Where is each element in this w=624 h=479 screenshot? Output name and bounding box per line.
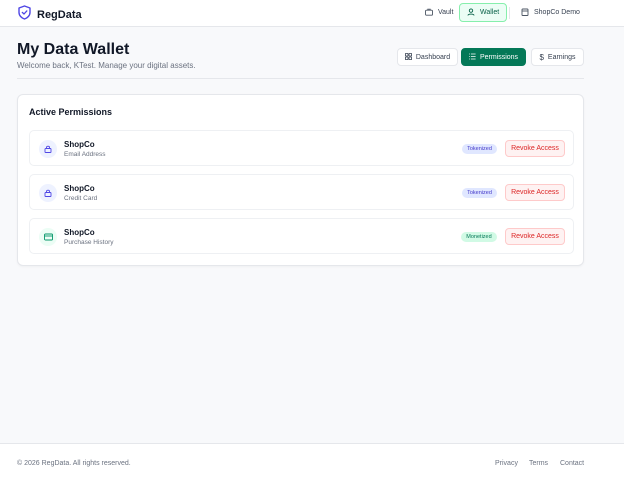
permission-row: ShopCo Email Address Tokenized Revoke Ac… xyxy=(29,130,574,166)
footer-link-terms[interactable]: Terms xyxy=(529,460,548,467)
permission-company: ShopCo xyxy=(64,140,95,149)
revoke-access-button[interactable]: Revoke Access xyxy=(505,140,565,157)
revoke-access-button[interactable]: Revoke Access xyxy=(505,184,565,201)
card-title: Active Permissions xyxy=(29,107,113,117)
footer-link-privacy[interactable]: Privacy xyxy=(495,460,518,467)
nav-divider xyxy=(509,7,510,19)
permission-data-type: Purchase History xyxy=(64,239,114,246)
list-icon xyxy=(469,53,476,62)
user-icon xyxy=(467,7,475,18)
tab-label: Permissions xyxy=(479,53,519,61)
briefcase-icon xyxy=(425,8,433,18)
brand-name: RegData xyxy=(37,9,82,21)
tab-permissions[interactable]: Permissions xyxy=(461,48,526,66)
page-subtitle: Welcome back, KTest. Manage your digital… xyxy=(17,61,196,70)
nav-label: Wallet xyxy=(480,9,500,16)
nav-item-vault[interactable]: Vault xyxy=(418,3,460,22)
tab-label: Earnings xyxy=(547,53,576,61)
status-badge: Tokenized xyxy=(462,144,497,154)
revoke-access-button[interactable]: Revoke Access xyxy=(505,228,565,245)
active-permissions-card: Active Permissions ShopCo Email Address … xyxy=(17,94,584,266)
header-divider xyxy=(17,78,584,79)
permission-row: ShopCo Credit Card Tokenized Revoke Acce… xyxy=(29,174,574,210)
shield-logo-icon xyxy=(18,5,31,25)
permission-data-type: Credit Card xyxy=(64,195,98,202)
tab-label: Dashboard xyxy=(415,53,451,61)
permission-row: ShopCo Purchase History Monetized Revoke… xyxy=(29,218,574,254)
dollar-icon: $ xyxy=(539,52,544,62)
permission-data-type: Email Address xyxy=(64,151,106,158)
page-title: My Data Wallet xyxy=(17,41,130,58)
nav-item-wallet[interactable]: Wallet xyxy=(459,3,508,22)
top-navbar: RegData Vault Wallet ShopCo Demo xyxy=(0,0,624,27)
footer-link-contact[interactable]: Contact xyxy=(560,460,584,467)
tab-earnings[interactable]: $ Earnings xyxy=(531,48,584,66)
nav-label: ShopCo Demo xyxy=(534,9,580,16)
status-badge: Monetized xyxy=(461,232,497,242)
store-icon xyxy=(521,8,529,18)
lock-icon xyxy=(39,140,57,158)
nav-item-shopco-demo[interactable]: ShopCo Demo xyxy=(514,3,587,22)
nav-label: Vault xyxy=(438,9,454,16)
brand[interactable]: RegData xyxy=(18,5,82,25)
copyright: © 2026 RegData. All rights reserved. xyxy=(17,460,131,467)
permission-company: ShopCo xyxy=(64,184,95,193)
footer: © 2026 RegData. All rights reserved. Pri… xyxy=(0,443,624,479)
lock-icon xyxy=(39,184,57,202)
status-badge: Tokenized xyxy=(462,188,497,198)
tab-dashboard[interactable]: Dashboard xyxy=(397,48,458,66)
grid-icon xyxy=(404,52,412,62)
permission-company: ShopCo xyxy=(64,228,95,237)
credit-card-icon xyxy=(39,228,57,246)
